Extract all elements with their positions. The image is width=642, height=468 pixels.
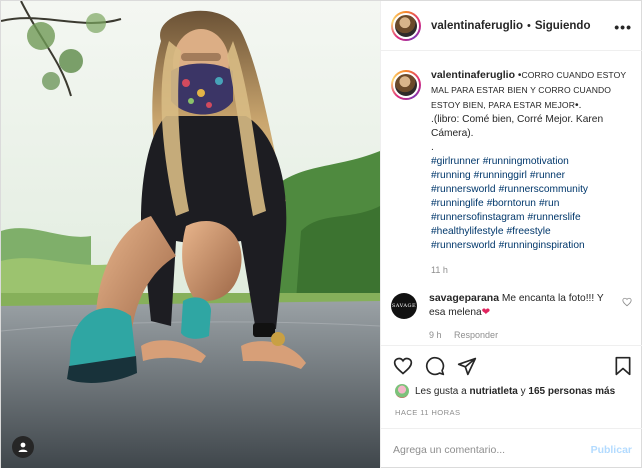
comment-bubble-icon[interactable] — [425, 356, 445, 376]
hashtag-link[interactable]: #healthylifestyle — [431, 226, 504, 237]
likes-prefix: Les gusta a — [415, 385, 467, 397]
hashtag-link[interactable]: #borntorun — [487, 198, 536, 209]
hashtag-link[interactable]: #runnerscommunity — [499, 184, 588, 195]
likes-summary: Les gusta a nutriatleta y 165 personas m… — [395, 384, 615, 398]
hashtag-link[interactable]: #running — [431, 170, 471, 181]
hashtag-link[interactable]: #runninglife — [431, 198, 484, 209]
comment-item: SAVAGE savageparana Me encanta la foto!!… — [391, 291, 634, 342]
more-options-icon[interactable]: ••• — [614, 19, 632, 35]
hashtag-link[interactable]: #runnersofinstagram — [431, 212, 524, 223]
following-button[interactable]: Siguiendo — [535, 20, 591, 32]
liker-avatar[interactable] — [395, 384, 409, 398]
hashtag-link[interactable]: #runningmotivation — [483, 156, 569, 167]
post-actions: Les gusta a nutriatleta y 165 personas m… — [381, 345, 642, 468]
comments-list[interactable]: valentinaferuglio •Corro cuando estoy ma… — [381, 52, 642, 345]
runner-photo-illustration — [1, 1, 380, 468]
post-photo[interactable] — [1, 1, 380, 468]
hashtag-link[interactable]: #runnersworld — [431, 184, 496, 195]
likes-conjunction: y — [520, 385, 526, 397]
action-icons — [393, 356, 477, 376]
commenter-avatar-text: SAVAGE — [391, 303, 417, 309]
comment-like-icon[interactable] — [622, 297, 632, 307]
post-side-panel: valentinaferuglio • Siguiendo ••• valent… — [380, 1, 642, 468]
add-comment-bar: Publicar — [381, 428, 642, 468]
commenter-username[interactable]: savageparana — [429, 292, 499, 304]
hashtag-link[interactable]: #freestyle — [507, 226, 551, 237]
hashtag-link[interactable]: #runner — [530, 170, 565, 181]
author-avatar[interactable] — [391, 10, 421, 41]
comment-timestamp[interactable]: 9 h — [429, 330, 442, 340]
caption-book-line: .(libro: Comé bien, Corré Mejor. Karen C… — [431, 114, 604, 139]
caption-body: valentinaferuglio •Corro cuando estoy ma… — [431, 68, 631, 277]
commenter-avatar[interactable]: SAVAGE — [391, 293, 417, 319]
hashtag-link[interactable]: #runninggirl — [474, 170, 527, 181]
user-silhouette-icon — [18, 442, 28, 452]
comment-reply-button[interactable]: Responder — [454, 330, 498, 340]
share-paper-plane-icon[interactable] — [457, 356, 477, 376]
liker-username[interactable]: nutriatleta — [470, 386, 518, 397]
caption-text-tail: •. — [575, 100, 582, 111]
likes-count[interactable]: 165 personas más — [528, 386, 615, 397]
hashtag-link[interactable]: #runnersworld — [431, 240, 496, 251]
comment-heart-emoji: ❤ — [481, 307, 491, 318]
hashtag-link[interactable]: #run — [539, 198, 559, 209]
save-bookmark-icon[interactable] — [614, 356, 632, 376]
post-timestamp[interactable]: HACE 11 HORAS — [395, 408, 460, 417]
hashtag-link[interactable]: #runnerslife — [527, 212, 580, 223]
hashtag-link[interactable]: #girlrunner — [431, 156, 480, 167]
post-header: valentinaferuglio • Siguiendo ••• — [381, 1, 642, 51]
caption-hashtags: #girlrunner #runningmotivation #running #r… — [431, 155, 631, 253]
comment-meta: 9 h Responder — [429, 328, 609, 342]
hashtag-link[interactable]: #runninginspiration — [499, 240, 585, 251]
caption-author-avatar[interactable] — [391, 70, 421, 100]
post-frame: valentinaferuglio • Siguiendo ••• valent… — [0, 0, 642, 468]
caption-dot-line: . — [431, 142, 434, 153]
author-username[interactable]: valentinaferuglio — [431, 20, 523, 32]
caption-timestamp[interactable]: 11 h — [431, 263, 631, 277]
tagged-user-icon[interactable] — [12, 436, 34, 458]
like-heart-icon[interactable] — [393, 356, 413, 376]
caption: valentinaferuglio •Corro cuando estoy ma… — [391, 68, 634, 277]
caption-username[interactable]: valentinaferuglio — [431, 69, 515, 81]
header-separator: • — [527, 19, 531, 32]
comment-input[interactable] — [393, 443, 583, 456]
publish-button[interactable]: Publicar — [591, 444, 632, 456]
comment-body: savageparana Me encanta la foto!!! Y esa… — [429, 291, 609, 342]
